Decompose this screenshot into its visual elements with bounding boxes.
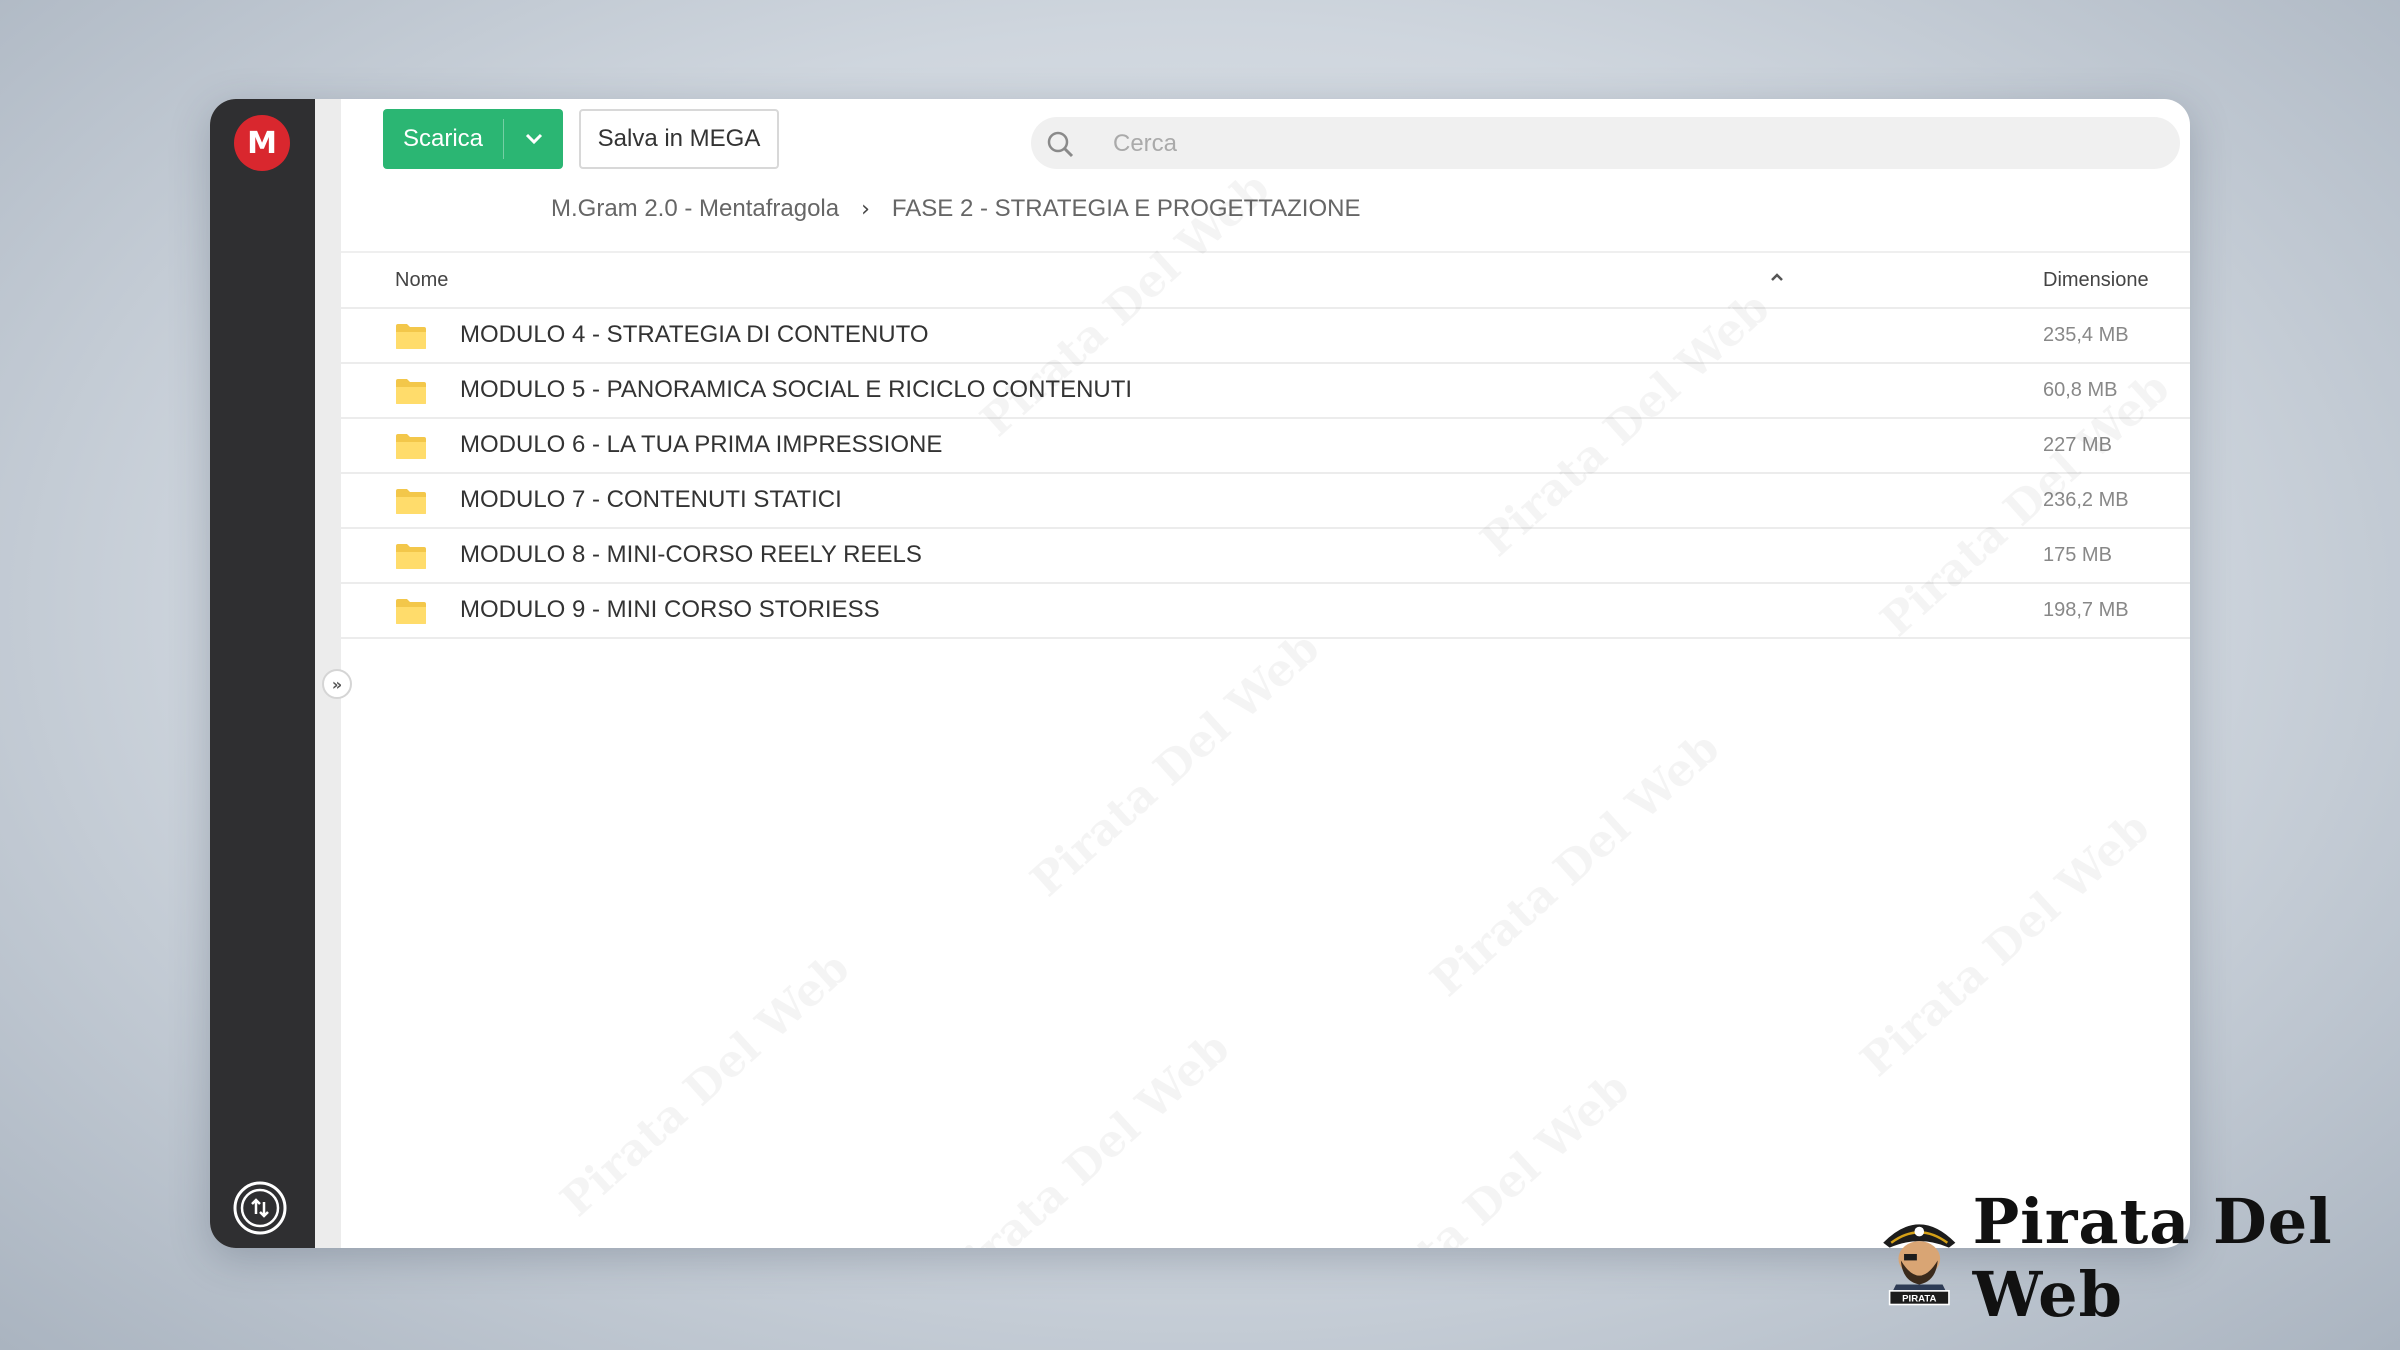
table-header: Nome Dimensione Tipo [341, 253, 2190, 309]
file-list: MODULO 4 - STRATEGIA DI CONTENUTO 235,4 … [341, 309, 2190, 639]
chevron-down-icon [525, 133, 542, 145]
pirate-mascot-icon: PIRATA [1883, 1224, 1956, 1306]
watermark: Pirata Del Web [551, 942, 859, 1226]
download-options-button[interactable] [504, 109, 563, 169]
search-bar[interactable] [1031, 117, 2180, 171]
watermark: Pirata Del Web [1021, 622, 1329, 906]
table-row[interactable]: MODULO 9 - MINI CORSO STORIESS 198,7 MB … [341, 584, 2190, 639]
breadcrumb: M.Gram 2.0 - Mentafragola › FASE 2 - STR… [551, 195, 1360, 223]
breadcrumb-item-current: FASE 2 - STRATEGIA E PROGETTAZIONE [891, 195, 1361, 222]
download-button[interactable]: Scarica [383, 109, 563, 169]
folder-icon [396, 599, 426, 624]
folder-icon [396, 489, 426, 514]
file-size: 60,8 MB [2043, 379, 2118, 401]
mascot-label: PIRATA [1902, 1293, 1936, 1304]
file-size: 227 MB [2043, 434, 2112, 456]
transfer-manager-icon[interactable] [232, 1180, 288, 1236]
mega-logo[interactable]: M [234, 115, 290, 171]
file-name[interactable]: MODULO 4 - STRATEGIA DI CONTENUTO [460, 321, 929, 349]
folder-icon [396, 544, 426, 569]
file-size: 175 MB [2043, 544, 2112, 566]
main-content: Scarica Salva in MEGA M.Gram 2.0 - Menta… [341, 99, 2190, 1248]
watermark: Pirata Del Web [931, 1022, 1239, 1248]
save-to-mega-button[interactable]: Salva in MEGA [579, 109, 779, 169]
folder-icon [396, 324, 426, 349]
brand-name: Pirata Del Web [1972, 1185, 2333, 1331]
folder-icon [396, 379, 426, 404]
breadcrumb-chevron-icon: › [861, 196, 870, 222]
table-row[interactable]: MODULO 4 - STRATEGIA DI CONTENUTO 235,4 … [341, 309, 2190, 364]
watermark: Pirata Del Web [1851, 802, 2159, 1086]
download-label[interactable]: Scarica [383, 109, 503, 169]
table-row[interactable]: MODULO 6 - LA TUA PRIMA IMPRESSIONE 227 … [341, 419, 2190, 474]
table-row[interactable]: MODULO 8 - MINI-CORSO REELY REELS 175 MB… [341, 529, 2190, 584]
watermark: Pirata Del Web [1421, 722, 1729, 1006]
file-name[interactable]: MODULO 6 - LA TUA PRIMA IMPRESSIONE [460, 431, 942, 459]
mega-window: M Scarica Salva in MEGA Cerca M.Gram 2.0… [210, 99, 2190, 1248]
table-row[interactable]: MODULO 5 - PANORAMICA SOCIAL E RICICLO C… [341, 364, 2190, 419]
chevron-up-icon[interactable] [1767, 267, 1787, 287]
breadcrumb-item-root[interactable]: M.Gram 2.0 - Mentafragola [551, 195, 839, 223]
search-icon [1047, 131, 1074, 158]
file-size: 198,7 MB [2043, 599, 2129, 621]
sidebar: M [210, 99, 315, 1248]
file-name[interactable]: MODULO 9 - MINI CORSO STORIESS [460, 596, 880, 624]
double-chevron-right-icon[interactable]: » [322, 669, 352, 699]
file-name[interactable]: MODULO 8 - MINI-CORSO REELY REELS [460, 541, 922, 569]
file-name[interactable]: MODULO 5 - PANORAMICA SOCIAL E RICICLO C… [460, 376, 1132, 404]
table-row[interactable]: MODULO 7 - CONTENUTI STATICI 236,2 MB Ca… [341, 474, 2190, 529]
search-input[interactable] [1111, 117, 1715, 171]
column-header-name[interactable]: Nome [395, 269, 448, 292]
watermark: Pirata Del Web [1331, 1062, 1639, 1248]
file-size: 236,2 MB [2043, 489, 2129, 511]
column-header-size[interactable]: Dimensione [2043, 269, 2149, 292]
brand-logo: PIRATA Pirata Del Web [1880, 1185, 2400, 1331]
folder-icon [396, 434, 426, 459]
file-name[interactable]: MODULO 7 - CONTENUTI STATICI [460, 486, 842, 514]
file-size: 235,4 MB [2043, 324, 2129, 346]
